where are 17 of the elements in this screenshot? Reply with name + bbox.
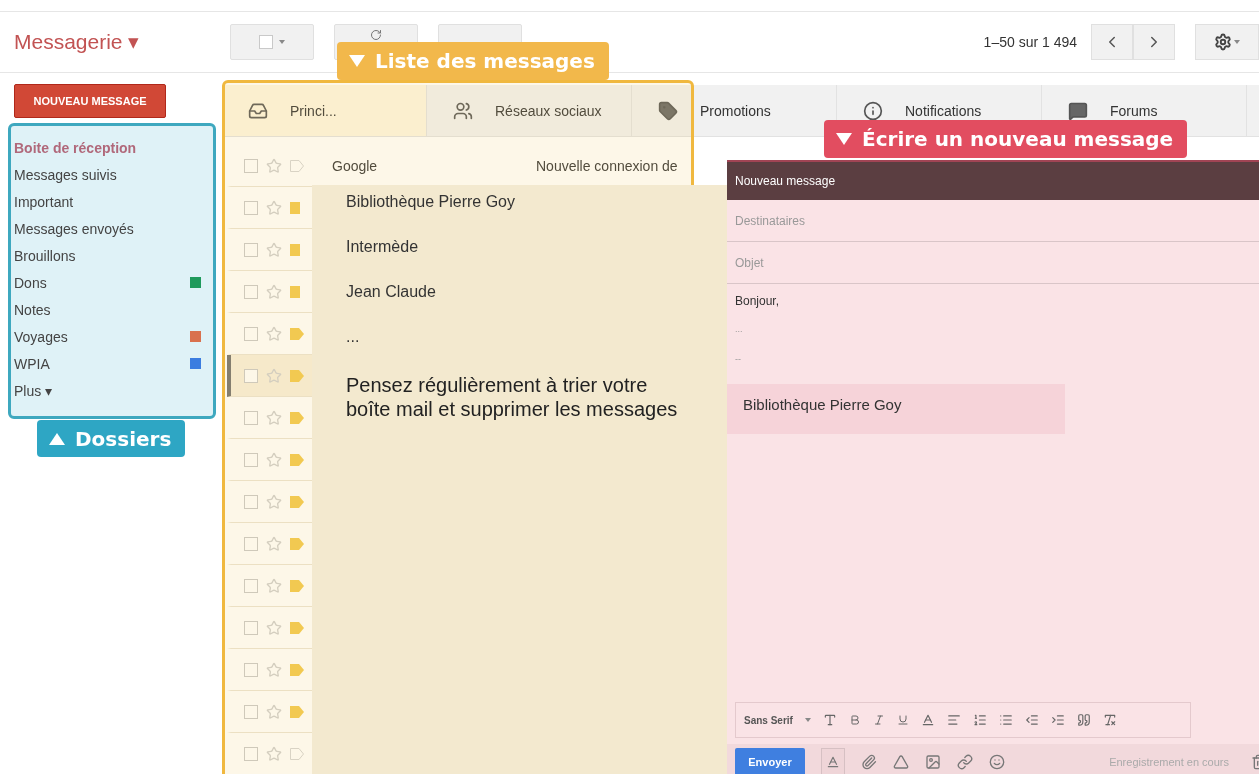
pagination-text: 1–50 sur 1 494 (983, 34, 1077, 50)
sender-text: Intermède (346, 238, 420, 257)
sender-text: ... (346, 328, 361, 347)
callout-tooltip: Écrire un nouveau message (824, 120, 1188, 158)
sender-text: Bibliothèque Pierre Goy (346, 193, 516, 212)
subject-text: Nouvelle connexion de (536, 157, 678, 174)
callout-tooltip: Dossiers (37, 420, 186, 457)
tip-text: Pensez régulièrement à trier votre boîte mail et supprimer les messages (346, 373, 679, 421)
compose-title: Nouveau message (735, 174, 836, 188)
sender-text: Google (332, 157, 379, 174)
body-text: -- (734, 354, 742, 366)
save-status-text: Enregistrement en cours (1109, 756, 1229, 768)
body-text: ... (734, 324, 744, 336)
body-text: Bonjour, (734, 294, 781, 310)
sender-text: Jean Claude (346, 283, 437, 302)
signature-text: Bibliothèque Pierre Goy (727, 384, 1065, 434)
callout-tooltip: Liste des messages (337, 42, 609, 80)
